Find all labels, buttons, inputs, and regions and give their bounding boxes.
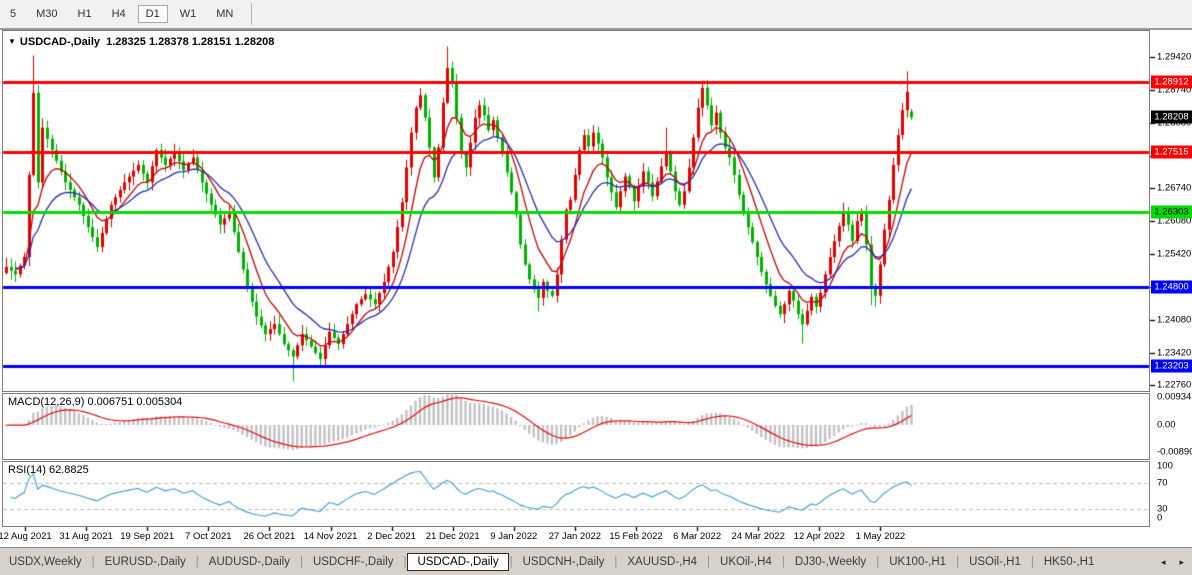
level-price-label: 1.27515 [1151,145,1192,158]
rsi-panel[interactable] [2,461,1150,527]
level-price-label: 1.24800 [1151,280,1192,293]
tab-usoil-h1[interactable]: USOil-,H1 [960,553,1030,571]
timeframe-button-h1[interactable]: H1 [70,5,100,23]
tab-hk50-h1[interactable]: HK50-,H1 [1035,553,1104,571]
date-axis-label: 1 May 2022 [856,531,906,542]
price-chart-panel[interactable] [2,30,1150,392]
chart-symbol-label: USDCAD-,Daily [20,36,100,48]
timeframe-button-m30[interactable]: M30 [28,5,65,23]
date-axis-label: 26 Oct 2021 [244,531,296,542]
rsi-indicator-label: RSI(14) 62.8825 [8,464,89,476]
tab-uk100-h1[interactable]: UK100-,H1 [880,553,955,571]
rsi-axis-tick: 70 [1157,478,1168,489]
tab-scroll-right-icon[interactable]: ▸ [1179,557,1184,568]
rsi-axis-tick: 0 [1157,513,1162,524]
tab-usdx-weekly[interactable]: USDX,Weekly [0,553,91,571]
tab-ukoil-h4[interactable]: UKOil-,H4 [711,553,781,571]
tab-usdcnh-daily[interactable]: USDCNH-,Daily [514,553,614,571]
timeframe-button-w1[interactable]: W1 [172,5,205,23]
macd-values: 0.006751 0.005304 [87,396,182,408]
symbol-tab-bar: USDX,Weekly|EURUSD-,Daily|AUDUSD-,Daily|… [0,547,1192,575]
chart-ohlc-values: 1.28325 1.28378 1.28151 1.28208 [106,36,274,48]
tab-scroll-arrows: ◂▸ [1161,557,1192,568]
price-axis-tick: 1.22760 [1157,380,1191,391]
date-axis-label: 31 Aug 2021 [59,531,112,542]
tab-dj30-weekly[interactable]: DJ30-,Weekly [786,553,875,571]
current-price-label: 1.28208 [1151,111,1192,124]
date-axis-label: 14 Nov 2021 [304,531,358,542]
timeframe-button-d1[interactable]: D1 [138,5,168,23]
macd-axis-tick: 0.009345 [1157,391,1192,402]
date-axis-label: 24 Mar 2022 [732,531,785,542]
level-price-label: 1.26303 [1151,206,1192,219]
timeframe-button-h4[interactable]: H4 [104,5,134,23]
date-axis-label: 7 Oct 2021 [185,531,231,542]
date-axis-label: 6 Mar 2022 [673,531,721,542]
date-axis-label: 9 Jan 2022 [490,531,537,542]
tab-audusd-daily[interactable]: AUDUSD-,Daily [200,553,299,571]
toolbar-separator [251,3,252,25]
price-axis-tick: 1.24080 [1157,314,1191,325]
tab-xauusd-h4[interactable]: XAUUSD-,H4 [618,553,706,571]
tab-usdchf-daily[interactable]: USDCHF-,Daily [304,553,403,571]
tab-usdcad-daily[interactable]: USDCAD-,Daily [407,553,508,571]
mt4-window: 5M30 H1H4D1W1MN ▼ USDCAD-,Daily 1.28325 1.… [0,0,1192,575]
date-axis-label: 19 Sep 2021 [120,531,174,542]
rsi-name: RSI(14) [8,464,46,476]
level-price-label: 1.28912 [1151,76,1192,89]
chart-title: ▼ USDCAD-,Daily 1.28325 1.28378 1.28151 1… [8,36,274,48]
timeframe-toolbar: 5M30 H1H4D1W1MN [0,0,1192,30]
level-price-label: 1.23203 [1151,360,1192,373]
rsi-axis-tick: 100 [1157,461,1173,472]
price-axis-tick: 1.26740 [1157,183,1191,194]
macd-indicator-label: MACD(12,26,9) 0.006751 0.005304 [8,396,182,408]
timeframe-button-mn[interactable]: MN [208,5,241,23]
macd-name: MACD(12,26,9) [8,396,84,408]
date-axis-label: 2 Dec 2021 [367,531,416,542]
date-axis-label: 12 Apr 2022 [794,531,845,542]
macd-axis-tick: 0.00 [1157,420,1176,431]
date-axis-label: 15 Feb 2022 [609,531,662,542]
macd-axis-tick: -0.008902 [1157,446,1192,457]
date-axis-label: 27 Jan 2022 [549,531,601,542]
date-axis-label: 21 Dec 2021 [426,531,480,542]
timeframe-button-5[interactable]: 5 [2,5,24,23]
tab-scroll-left-icon[interactable]: ◂ [1161,557,1166,568]
tab-eurusd-daily[interactable]: EURUSD-,Daily [96,553,195,571]
date-axis-label: 12 Aug 2021 [0,531,52,542]
rsi-value: 62.8825 [49,464,89,476]
price-axis-tick: 1.25420 [1157,249,1191,260]
chart-menu-icon[interactable]: ▼ [8,37,16,46]
price-axis-tick: 1.29420 [1157,52,1191,63]
price-axis-tick: 1.23420 [1157,347,1191,358]
